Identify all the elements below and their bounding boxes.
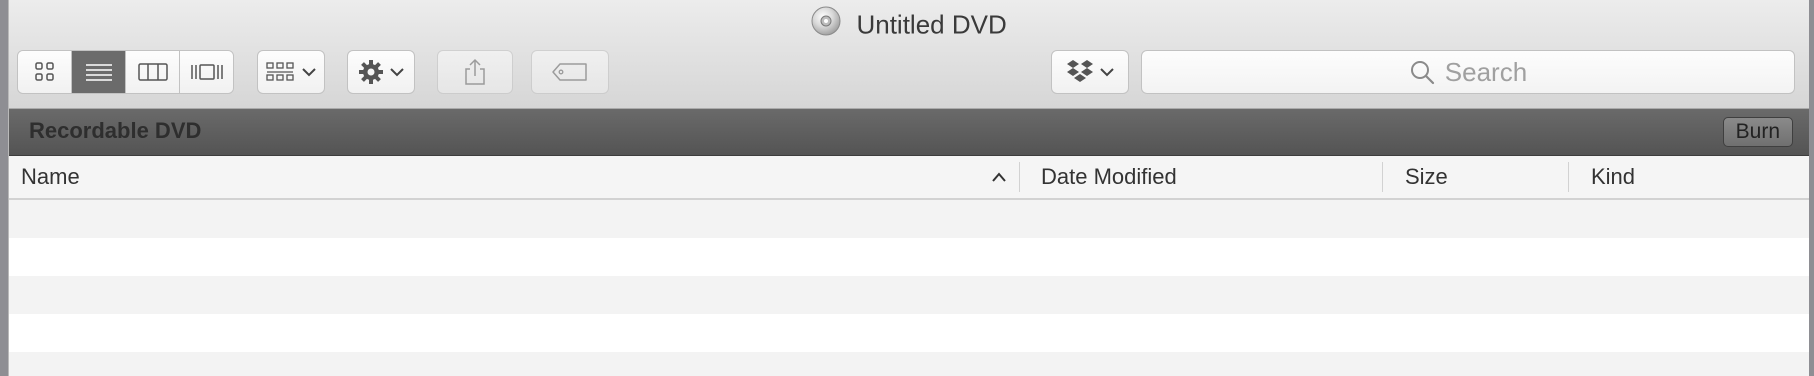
arrange-button[interactable] xyxy=(257,50,325,94)
list-row xyxy=(9,352,1809,376)
arrange-icon xyxy=(266,62,294,81)
dvd-disc-icon xyxy=(811,6,841,43)
burn-button[interactable]: Burn xyxy=(1722,117,1793,147)
dropbox-icon xyxy=(1067,60,1093,82)
share-button[interactable] xyxy=(437,50,513,94)
column-divider[interactable] xyxy=(1382,162,1383,192)
sort-ascending-icon xyxy=(992,172,1006,182)
list-header: Name Date Modified Size Kind xyxy=(9,156,1809,200)
coverflow-view-button[interactable] xyxy=(180,51,233,93)
file-list[interactable] xyxy=(9,200,1809,376)
column-view-button[interactable] xyxy=(126,51,180,93)
column-header-kind[interactable]: Kind xyxy=(1591,156,1791,198)
search-icon xyxy=(1410,61,1434,85)
search-field[interactable]: Search xyxy=(1141,50,1795,94)
gear-icon xyxy=(359,60,383,84)
share-icon xyxy=(465,58,485,85)
icon-view-icon xyxy=(34,62,54,81)
view-mode-control xyxy=(17,50,234,94)
column-divider[interactable] xyxy=(1568,162,1569,192)
icon-view-button[interactable] xyxy=(18,51,72,93)
tags-button[interactable] xyxy=(531,50,609,94)
chevron-down-icon xyxy=(1100,68,1114,77)
column-header-name-label: Name xyxy=(21,164,80,189)
column-header-size-label: Size xyxy=(1405,164,1448,189)
list-row xyxy=(9,238,1809,276)
toolbar: Untitled DVD Search xyxy=(9,0,1809,109)
chevron-down-icon xyxy=(390,68,404,77)
coverflow-view-icon xyxy=(190,64,223,80)
finder-window: Untitled DVD Search Recordable DVD Burn … xyxy=(8,0,1809,376)
column-header-name[interactable]: Name xyxy=(21,156,981,198)
disc-title: Recordable DVD xyxy=(29,118,202,143)
column-header-date-modified[interactable]: Date Modified xyxy=(1041,156,1381,198)
dropbox-button[interactable] xyxy=(1051,50,1129,94)
action-button[interactable] xyxy=(347,50,415,94)
window-title-text: Untitled DVD xyxy=(856,9,1007,40)
list-row xyxy=(9,314,1809,352)
column-divider[interactable] xyxy=(1019,162,1020,192)
burn-bar: Recordable DVD Burn xyxy=(9,109,1809,156)
tag-icon xyxy=(552,63,587,81)
column-header-size[interactable]: Size xyxy=(1405,156,1565,198)
list-view-button[interactable] xyxy=(72,51,126,93)
column-header-date-label: Date Modified xyxy=(1041,164,1177,189)
column-header-kind-label: Kind xyxy=(1591,164,1636,189)
column-view-icon xyxy=(137,63,168,81)
chevron-down-icon xyxy=(302,68,316,77)
window-title: Untitled DVD xyxy=(9,6,1809,43)
list-view-icon xyxy=(85,64,112,81)
list-row xyxy=(9,276,1809,314)
search-placeholder: Search xyxy=(1444,56,1528,87)
list-row xyxy=(9,200,1809,238)
